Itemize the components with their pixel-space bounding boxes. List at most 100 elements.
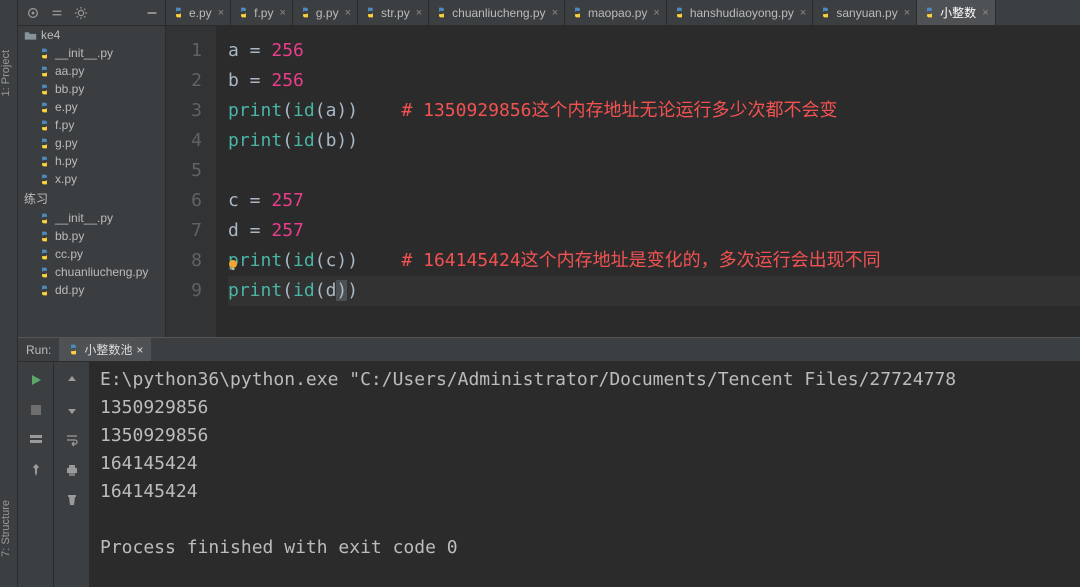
clear-icon[interactable] [64, 492, 80, 508]
code-line: print(id(c)) # 164145424这个内存地址是变化的，多次运行会… [228, 246, 1080, 276]
tab-label: e.py [189, 6, 212, 20]
editor-tab[interactable]: hanshudiaoyong.py× [667, 0, 814, 25]
python-file-icon [364, 6, 377, 19]
tree-folder[interactable]: 练习 [18, 188, 165, 209]
project-tab-vertical[interactable]: 1: Project [0, 50, 12, 96]
tree-file-item[interactable]: __init__.py [18, 209, 165, 227]
tab-label: sanyuan.py [836, 6, 897, 20]
tree-file-item[interactable]: bb.py [18, 227, 165, 245]
hide-icon[interactable] [145, 6, 159, 20]
up-icon[interactable] [64, 372, 80, 388]
close-icon[interactable]: × [982, 7, 988, 19]
console-line: 164145424 [100, 478, 1080, 506]
python-file-icon [38, 101, 51, 114]
tree-file-label: e.py [55, 100, 78, 114]
close-icon[interactable]: × [552, 7, 558, 19]
tab-label: f.py [254, 6, 273, 20]
python-file-icon [38, 155, 51, 168]
stop-icon[interactable] [28, 402, 44, 418]
python-file-icon [38, 137, 51, 150]
close-icon[interactable]: × [800, 7, 806, 19]
editor-tab[interactable]: maopao.py× [565, 0, 667, 25]
tree-folder[interactable]: ke4 [18, 26, 165, 44]
run-config-tab[interactable]: 小整数池 × [59, 338, 151, 361]
tree-file-label: bb.py [55, 82, 84, 96]
close-icon[interactable]: × [416, 7, 422, 19]
layout-icon[interactable] [28, 432, 44, 448]
editor-tab[interactable]: 小整数× [917, 0, 995, 25]
tree-file-label: __init__.py [55, 211, 113, 225]
python-file-icon [38, 230, 51, 243]
tree-file-item[interactable]: g.py [18, 134, 165, 152]
console-output[interactable]: E:\python36\python.exe "C:/Users/Adminis… [90, 362, 1080, 587]
line-number: 5 [166, 156, 202, 186]
editor-tab[interactable]: f.py × [231, 0, 293, 25]
tree-file-item[interactable]: __init__.py [18, 44, 165, 62]
rerun-icon[interactable] [28, 372, 44, 388]
collapse-all-icon[interactable] [50, 6, 64, 20]
tab-label: chuanliucheng.py [452, 6, 545, 20]
python-file-icon [38, 212, 51, 225]
tree-file-item[interactable]: cc.py [18, 245, 165, 263]
tree-file-item[interactable]: aa.py [18, 62, 165, 80]
tree-file-item[interactable]: chuanliucheng.py [18, 263, 165, 281]
run-gutter-secondary [54, 362, 90, 587]
close-icon[interactable]: × [136, 343, 143, 357]
tree-file-label: h.py [55, 154, 78, 168]
python-file-icon [38, 248, 51, 261]
tree-file-label: dd.py [55, 283, 84, 297]
intention-bulb-icon[interactable] [226, 252, 240, 266]
project-tree[interactable]: ke4 __init__.py aa.py bb.py e.py f.pyg.py h.p… [18, 26, 166, 337]
console-line: E:\python36\python.exe "C:/Users/Adminis… [100, 366, 1080, 394]
code-area[interactable]: a = 256 b = 256 print(id(a)) # 135092985… [216, 26, 1080, 337]
structure-tab-vertical[interactable]: 7: Structure [0, 500, 12, 557]
settings-gear-icon[interactable] [74, 6, 88, 20]
pin-icon[interactable] [28, 462, 44, 478]
editor-tab[interactable]: g.py × [293, 0, 358, 25]
tree-folder-label: 练习 [24, 190, 48, 207]
close-icon[interactable]: × [904, 7, 910, 19]
tree-file-item[interactable]: e.py [18, 98, 165, 116]
tree-file-item[interactable]: bb.py [18, 80, 165, 98]
tree-file-label: aa.py [55, 64, 84, 78]
tree-file-item[interactable]: dd.py [18, 281, 165, 299]
tab-label: g.py [316, 6, 339, 20]
close-icon[interactable]: × [653, 7, 659, 19]
python-file-icon [38, 266, 51, 279]
folder-icon [24, 29, 37, 42]
python-file-icon [38, 47, 51, 60]
soft-wrap-icon[interactable] [64, 432, 80, 448]
python-file-icon [923, 6, 936, 19]
editor-tab[interactable]: e.py × [166, 0, 231, 25]
tree-file-label: chuanliucheng.py [55, 265, 148, 279]
close-icon[interactable]: × [218, 7, 224, 19]
code-line: d = 257 [228, 216, 1080, 246]
middle-row: ke4 __init__.py aa.py bb.py e.py f.pyg.py h.p… [18, 26, 1080, 337]
python-file-icon [38, 173, 51, 186]
down-icon[interactable] [64, 402, 80, 418]
run-label: Run: [26, 343, 51, 357]
code-editor[interactable]: 123456789 a = 256 b = 256 print(id(a)) #… [166, 26, 1080, 337]
editor-tab[interactable]: chuanliucheng.py × [429, 0, 565, 25]
print-icon[interactable] [64, 462, 80, 478]
select-opened-file-icon[interactable] [26, 6, 40, 20]
line-number: 4 [166, 126, 202, 156]
tree-file-item[interactable]: h.py [18, 152, 165, 170]
code-line: a = 256 [228, 36, 1080, 66]
tree-file-label: __init__.py [55, 46, 113, 60]
tree-file-item[interactable]: f.py [18, 116, 165, 134]
editor-tab[interactable]: str.py× [358, 0, 429, 25]
tree-file-label: cc.py [55, 247, 83, 261]
run-body: E:\python36\python.exe "C:/Users/Adminis… [18, 362, 1080, 587]
line-number-gutter: 123456789 [166, 26, 216, 337]
tree-file-item[interactable]: x.py [18, 170, 165, 188]
close-icon[interactable]: × [279, 7, 285, 19]
line-number: 8 [166, 246, 202, 276]
editor-tab[interactable]: sanyuan.py × [813, 0, 917, 25]
tree-folder-label: ke4 [41, 28, 60, 42]
close-icon[interactable]: × [345, 7, 351, 19]
python-file-icon [819, 6, 832, 19]
console-line [100, 506, 1080, 534]
tree-file-label: x.py [55, 172, 77, 186]
tree-file-label: bb.py [55, 229, 84, 243]
